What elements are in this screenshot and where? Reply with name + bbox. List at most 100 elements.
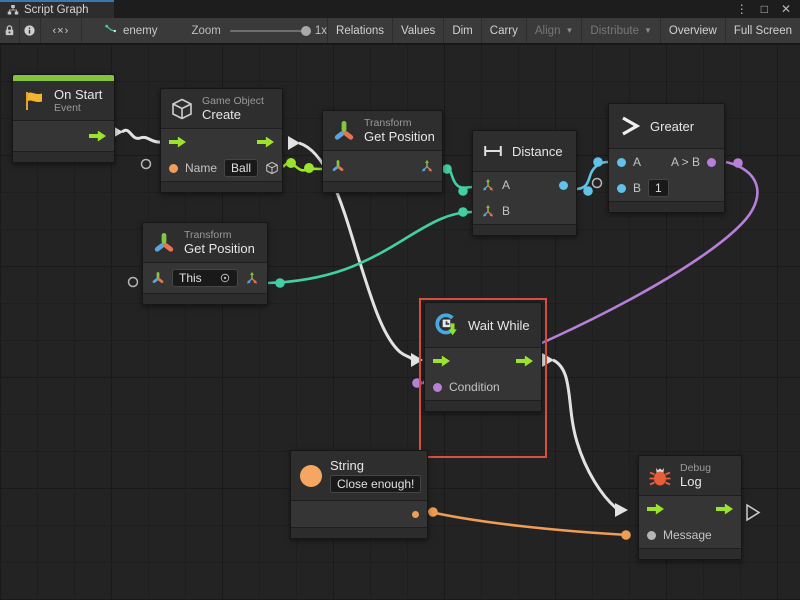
node-title: Distance [512,144,563,159]
wire-dot [428,507,438,517]
node-get-position-top[interactable]: Transform Get Position [322,110,443,193]
zoom-slider[interactable] [230,30,306,32]
node-title: Log [680,474,711,489]
message-input-port[interactable] [647,531,656,540]
flow-output-port[interactable] [257,137,274,148]
port-label: Name [185,161,217,175]
wire-dot [733,158,743,168]
greater-icon [618,114,642,138]
graph-breadcrumb[interactable]: enemy [104,24,158,37]
node-footer [143,293,267,304]
flow-output-port[interactable] [516,356,533,367]
node-title: Get Position [364,129,435,144]
node-footer [161,181,282,192]
port-label: B [633,181,641,195]
target-field[interactable]: This [172,269,238,287]
wait-clock-icon [434,312,460,338]
wire-dot [286,158,296,168]
b-value-field[interactable]: 1 [648,179,669,197]
hierarchy-icon [7,4,19,16]
port-label: A [633,155,641,169]
wire-dot [458,207,468,217]
wire-dot [442,164,452,174]
node-footer [609,201,724,212]
wire-dot [621,530,631,540]
node-title: Create [202,107,264,122]
window-menu-icon[interactable]: ⋮ [736,2,748,16]
bool-output-port[interactable] [707,158,716,167]
tab-script-graph[interactable]: Script Graph [0,0,114,18]
window-titlebar: Script Graph ⋮ □ ✕ [0,0,800,18]
vector3-output-port[interactable] [245,271,259,285]
node-wait-while[interactable]: Wait While Condition [424,302,542,412]
node-footer [473,224,576,235]
distance-icon [482,140,504,162]
overview-button[interactable]: Overview [660,18,725,43]
vector3-input-port-a[interactable] [481,178,495,192]
full-screen-button[interactable]: Full Screen [725,18,800,43]
unconnected-port-indicator [142,160,151,169]
graph-canvas[interactable]: On Start Event Game Object Create Name [0,44,800,600]
flow-input-port[interactable] [433,356,450,367]
info-button[interactable] [20,18,41,43]
wire-string-to-message[interactable] [426,511,628,535]
unconnected-port-indicator [129,278,138,287]
info-icon [23,24,36,37]
transform-input-port[interactable] [331,159,345,173]
chevron-down-icon: ▼ [565,26,573,35]
zoom-label: Zoom [191,25,220,37]
vector3-input-port-b[interactable] [481,204,495,218]
lock-button[interactable] [0,18,20,43]
input-port-b[interactable] [617,184,626,193]
string-input-port[interactable] [169,164,178,173]
input-port-a[interactable] [617,158,626,167]
flow-output-port[interactable] [89,131,106,142]
node-category: Game Object [202,95,264,107]
port-label: A [502,178,510,192]
node-distance[interactable]: Distance A B [472,130,577,236]
zoom-value: 1x [315,25,327,37]
node-title: Get Position [184,241,255,256]
flow-output-port[interactable] [716,504,733,515]
wire-onstart-to-create[interactable] [122,130,162,142]
distribute-button: Distribute ▼ [581,18,660,43]
string-value-field[interactable]: Close enough! [330,475,421,493]
carry-button[interactable]: Carry [481,18,526,43]
cube-icon [170,97,194,121]
dim-button[interactable]: Dim [443,18,480,43]
string-output-port[interactable] [412,511,419,518]
flow-input-port[interactable] [647,504,664,515]
node-footer [425,400,541,411]
node-category: Transform [184,229,255,241]
wire-waitwhile-to-log[interactable] [553,360,616,508]
unconnected-flow-indicator [747,505,759,520]
node-create[interactable]: Game Object Create Name Ball [160,88,283,193]
transform-input-port[interactable] [151,271,165,285]
zoom-slider-handle[interactable] [301,26,311,36]
condition-input-port[interactable] [433,383,442,392]
tab-title: Script Graph [24,4,89,16]
node-get-position-left[interactable]: Transform Get Position This [142,222,268,305]
game-object-output-port[interactable] [265,161,279,175]
flow-arrowhead [615,503,628,517]
vector3-output-port[interactable] [420,159,434,173]
node-debug-log[interactable]: Debug Log Message [638,455,742,560]
maximize-icon[interactable]: □ [761,2,768,16]
align-button: Align ▼ [526,18,582,43]
chevron-down-icon: ▼ [644,26,652,35]
object-picker-icon[interactable] [219,272,231,284]
node-string[interactable]: String Close enough! [290,450,428,539]
flow-input-port[interactable] [169,137,186,148]
float-output-port[interactable] [559,181,568,190]
relations-button[interactable]: Relations [327,18,392,43]
node-subtitle: Event [54,102,102,114]
name-field[interactable]: Ball [224,159,258,177]
node-on-start[interactable]: On Start Event [12,74,115,163]
wire-getposition-to-distance-b[interactable] [268,212,472,283]
node-greater[interactable]: Greater A A > B B 1 [608,103,725,213]
code-view-button[interactable]: ‹×› [41,18,82,43]
close-icon[interactable]: ✕ [781,2,791,16]
wire-dot [583,186,593,196]
values-button[interactable]: Values [392,18,443,43]
wire-dot [275,278,285,288]
